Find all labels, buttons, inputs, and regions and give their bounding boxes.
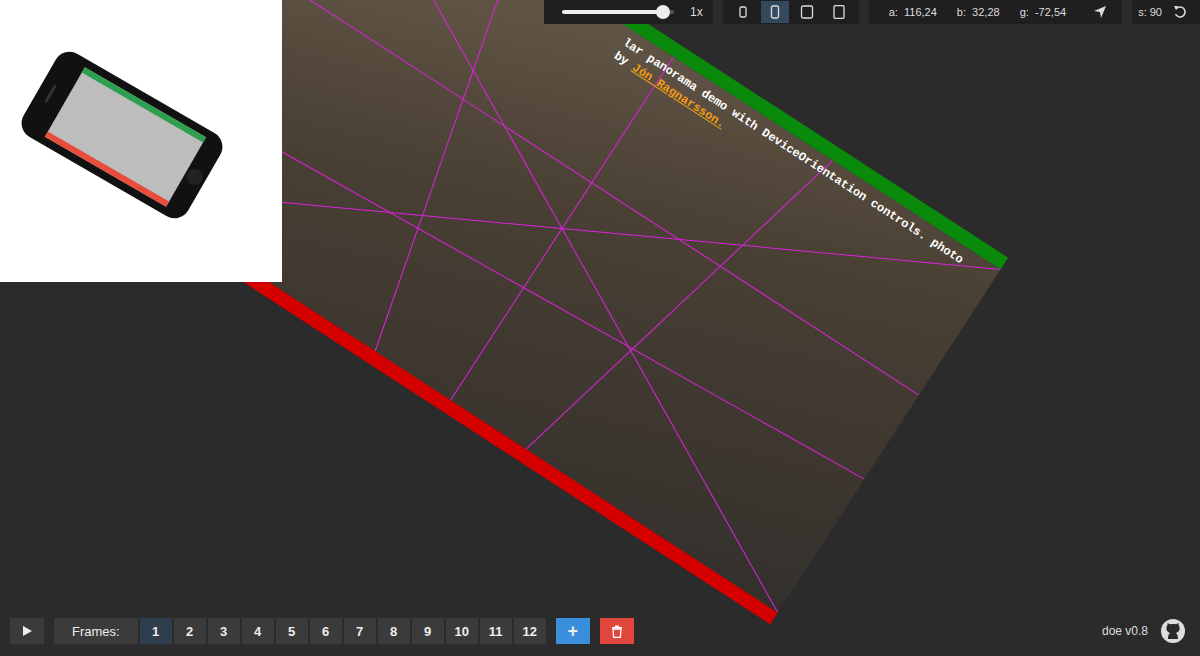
frame-button[interactable]: 8 xyxy=(378,618,410,644)
phone-icon xyxy=(0,0,282,282)
orientation-preview xyxy=(0,0,282,282)
device-icon xyxy=(736,5,750,19)
orientation-reading: b: 32,28 xyxy=(957,6,1000,18)
device-icon xyxy=(768,5,782,19)
play-icon xyxy=(21,625,33,637)
delete-frame-button[interactable] xyxy=(600,618,634,644)
trash-icon xyxy=(611,625,623,638)
orientation-reading: g: -72,54 xyxy=(1020,6,1066,18)
add-frame-button[interactable]: + xyxy=(556,618,590,644)
timeline: Frames:123456789101112+doe v0.8 xyxy=(0,618,1200,656)
device-icon xyxy=(832,5,846,19)
speed-group: s: 90 xyxy=(1132,0,1200,24)
frame-button[interactable]: 5 xyxy=(276,618,308,644)
frame-button[interactable]: 12 xyxy=(514,618,546,644)
frame-button[interactable]: 11 xyxy=(480,618,512,644)
speed-reading: s: 90 xyxy=(1138,6,1162,18)
frame-button[interactable]: 2 xyxy=(174,618,206,644)
frame-button[interactable]: 3 xyxy=(208,618,240,644)
device-icon xyxy=(800,5,814,19)
frame-button[interactable]: 1 xyxy=(140,618,172,644)
device-button[interactable] xyxy=(729,1,757,23)
orientation-group: a: 116,24 b: 32,28 g: -72,54 xyxy=(869,0,1122,24)
device-group xyxy=(723,0,859,24)
zoom-label: 1x xyxy=(688,5,705,19)
app: 1x a: 116,24 b: 32,28 g: -72,54 s: 90 lar pan… xyxy=(0,0,1200,656)
toolbar: 1x a: 116,24 b: 32,28 g: -72,54 s: 90 xyxy=(0,0,1200,24)
play-button[interactable] xyxy=(10,618,44,644)
caption: lar panorama demo with DeviceOrientation… xyxy=(611,35,981,291)
zoom-slider[interactable] xyxy=(562,10,674,14)
frame-button[interactable]: 10 xyxy=(446,618,478,644)
frames-label: Frames: xyxy=(54,618,138,644)
reset-button[interactable] xyxy=(1166,1,1194,23)
navigation-arrow-icon xyxy=(1093,5,1107,19)
frame-button[interactable]: 6 xyxy=(310,618,342,644)
locate-button[interactable] xyxy=(1086,1,1114,23)
reset-icon xyxy=(1173,5,1187,19)
frames-group: Frames:123456789101112 xyxy=(54,618,546,644)
frame-button[interactable]: 7 xyxy=(344,618,376,644)
version-label: doe v0.8 xyxy=(1102,624,1148,638)
frame-button[interactable]: 9 xyxy=(412,618,444,644)
zoom-group: 1x xyxy=(544,0,713,24)
device-button[interactable] xyxy=(793,1,821,23)
device-button[interactable] xyxy=(825,1,853,23)
device-button[interactable] xyxy=(761,1,789,23)
github-icon[interactable] xyxy=(1160,618,1186,644)
orientation-reading: a: 116,24 xyxy=(889,6,937,18)
frame-button[interactable]: 4 xyxy=(242,618,274,644)
